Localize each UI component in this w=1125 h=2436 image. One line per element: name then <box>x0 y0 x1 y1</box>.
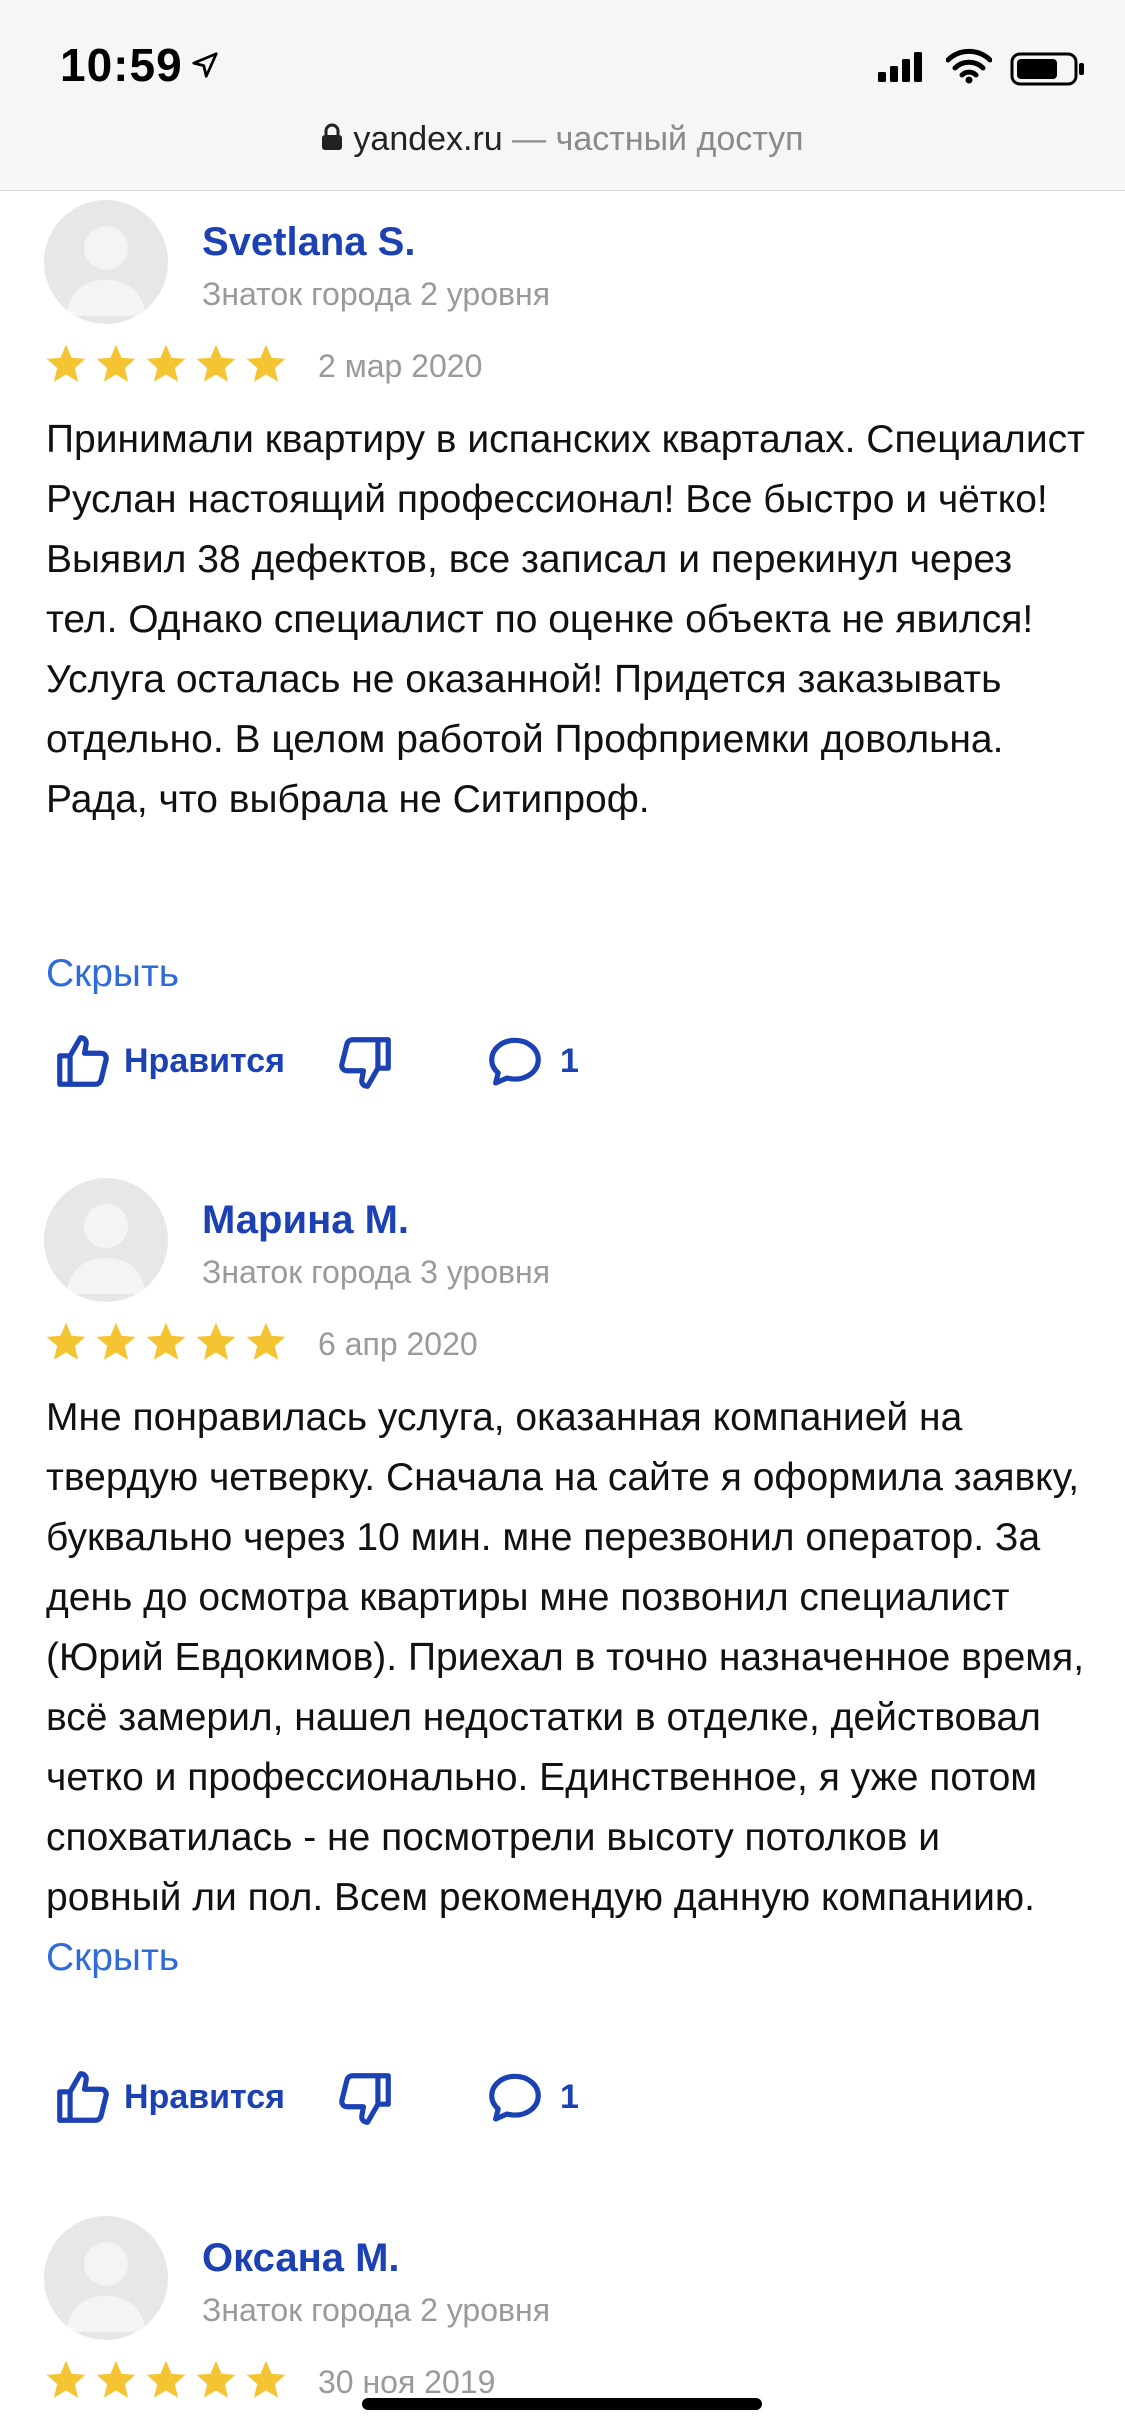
author-name[interactable]: Марина М. <box>202 1198 409 1243</box>
star-icon <box>246 1322 286 1360</box>
thumbs-down-icon <box>339 1037 391 1089</box>
star-icon <box>146 2360 186 2398</box>
comment-bubble-icon <box>489 2073 541 2122</box>
comments-button[interactable]: 1 <box>484 2066 579 2128</box>
star-icon <box>96 344 136 382</box>
review-text-block: Мне понравилась услуга, оказанная компан… <box>46 1388 1086 1988</box>
star-icon <box>96 2360 136 2398</box>
comment-count: 1 <box>560 1041 579 1080</box>
star-icon <box>196 2360 236 2398</box>
author-name[interactable]: Оксана М. <box>202 2236 400 2281</box>
url-private-label: — частный доступ <box>502 120 804 158</box>
star-icon <box>46 2360 86 2398</box>
avatar[interactable] <box>44 1178 168 1302</box>
review-text: Мне понравилась услуга, оказанная компан… <box>46 1396 1085 1919</box>
avatar[interactable] <box>44 200 168 324</box>
signal-icon <box>878 52 922 82</box>
comment-count: 1 <box>560 2077 579 2116</box>
star-icon <box>146 1322 186 1360</box>
thumbs-up-icon <box>57 2071 109 2123</box>
status-time: 10:59 <box>60 39 183 91</box>
wifi-icon <box>946 48 992 84</box>
dislike-button[interactable] <box>334 1032 396 1099</box>
dislike-button[interactable] <box>334 2068 396 2135</box>
star-icon <box>96 1322 136 1360</box>
star-icon <box>246 344 286 382</box>
battery-icon <box>1010 52 1084 86</box>
location-arrow-icon <box>192 52 218 78</box>
star-icon <box>196 1322 236 1360</box>
hide-link[interactable]: Скрыть <box>46 1936 179 1979</box>
review-actions: Нравится 1 <box>52 1030 752 1100</box>
author-level: Знаток города 2 уровня <box>202 2292 551 2328</box>
author-name[interactable]: Svetlana S. <box>202 220 415 265</box>
review-date: 2 мар 2020 <box>318 348 483 384</box>
avatar[interactable] <box>44 2216 168 2340</box>
like-label: Нравится <box>124 1041 285 1080</box>
star-icon <box>46 1322 86 1360</box>
like-label: Нравится <box>124 2077 285 2116</box>
hide-link[interactable]: Скрыть <box>46 952 179 996</box>
url-bar[interactable]: yandex.ru — частный доступ <box>0 120 1125 159</box>
user-placeholder-icon <box>66 2242 146 2332</box>
home-indicator[interactable] <box>362 2398 762 2410</box>
url-domain: yandex.ru <box>353 120 503 158</box>
star-icon <box>196 344 236 382</box>
like-button[interactable]: Нравится <box>52 2066 285 2128</box>
like-button[interactable]: Нравится <box>52 1030 285 1092</box>
review-date: 30 ноя 2019 <box>318 2364 496 2400</box>
review-date: 6 апр 2020 <box>318 1326 478 1362</box>
rating-stars <box>44 1320 288 1364</box>
star-icon <box>146 344 186 382</box>
user-placeholder-icon <box>66 226 146 316</box>
review-text: Принимали квартиру в испанских кварталах… <box>46 418 1085 821</box>
rating-stars <box>44 342 288 386</box>
comments-button[interactable]: 1 <box>484 1030 579 1092</box>
thumbs-up-icon <box>57 1035 109 1087</box>
lock-icon <box>322 123 343 151</box>
browser-header: 10:59 yandex.ru — частный доступ <box>0 0 1125 191</box>
rating-stars <box>44 2358 288 2402</box>
author-level: Знаток города 2 уровня <box>202 276 551 312</box>
author-level: Знаток города 3 уровня <box>202 1254 551 1290</box>
star-icon <box>46 344 86 382</box>
star-icon <box>246 2360 286 2398</box>
thumbs-down-icon <box>339 2073 391 2125</box>
user-placeholder-icon <box>66 1204 146 1294</box>
review-actions: Нравится 1 <box>52 2066 752 2136</box>
comment-bubble-icon <box>489 1037 541 1086</box>
